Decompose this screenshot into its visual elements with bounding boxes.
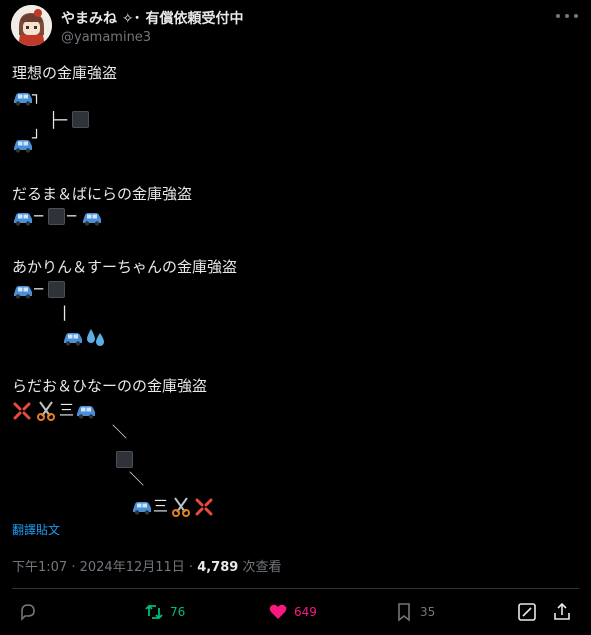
vault-box-icon [116,451,133,468]
vault-box-icon [48,281,65,298]
anger-icon [13,402,31,420]
scissors-icon [172,497,190,517]
dash-glyph: ─ [34,207,44,225]
post-line-2: だるま＆ばにらの金庫強盗 [12,185,193,203]
bookmark-icon [398,603,410,622]
dash-glyph: ─ [67,207,77,225]
sweat-icon [87,329,104,346]
avatar-illustration-icon [11,5,52,46]
post-line-1: 理想の金庫強盗 [12,64,118,82]
post-line-3: あかりん＆すーちゃんの金庫強盗 [12,258,238,276]
vault-box-icon [48,208,65,225]
car-icon [83,213,101,226]
car-icon [14,286,32,299]
edit-icon [518,603,536,621]
scissors-icon [37,401,55,421]
car-icon [14,213,32,226]
backslash-glyph: ＼ [112,423,128,441]
share-icon [554,602,570,620]
reply-button[interactable] [18,602,38,622]
translate-post-link[interactable]: 翻譯貼文 [12,521,60,538]
post-time[interactable]: 下午1:07 [12,560,67,575]
like-button[interactable]: 649 [268,602,317,622]
post-line-4: らだお＆ひなーのの金庫強盗 [12,377,208,395]
post-meta: 下午1:07 · 2024年12月11日 · 4,789 次查看 [12,560,282,575]
view-count-label: 次查看 [242,560,282,575]
handle[interactable]: @yamamine3 [61,30,151,45]
speed-lines-glyph: 三 [59,401,75,419]
bookmark-count: 35 [420,605,436,619]
heart-icon [269,604,287,619]
bookmark-button[interactable]: 35 [394,602,435,622]
more-options-icon[interactable] [556,8,578,24]
corner-top-glyph: ┐ [32,86,42,104]
dash-glyph: ─ [34,280,44,298]
backslash-glyph: ＼ [129,470,145,488]
corner-bottom-glyph: ┘ [32,129,42,147]
retweet-button[interactable]: 76 [144,602,185,622]
post-date[interactable]: 2024年12月11日 [80,560,185,575]
tee-glyph: ├─ [49,111,68,129]
car-icon [14,140,32,153]
share-button[interactable] [552,602,572,622]
car-icon [64,333,82,346]
reply-icon [21,604,35,621]
avatar[interactable] [11,5,52,46]
display-name[interactable]: やまみね ✧･ 有償依頼受付中 [61,8,243,28]
anger-icon [195,498,213,516]
retweet-count: 76 [170,605,186,619]
retweet-icon [145,604,163,620]
pipe-glyph: | [62,303,68,321]
edit-button[interactable] [517,602,537,622]
vault-box-icon [72,111,89,128]
divider [12,588,579,589]
car-icon [14,93,32,106]
speed-lines-glyph: 三 [153,497,169,515]
view-count: 4,789 [197,560,239,575]
car-icon [133,502,151,515]
author-row[interactable]: やまみね ✧･ 有償依頼受付中 [61,8,243,28]
like-count: 649 [294,605,317,619]
car-icon [77,406,95,419]
